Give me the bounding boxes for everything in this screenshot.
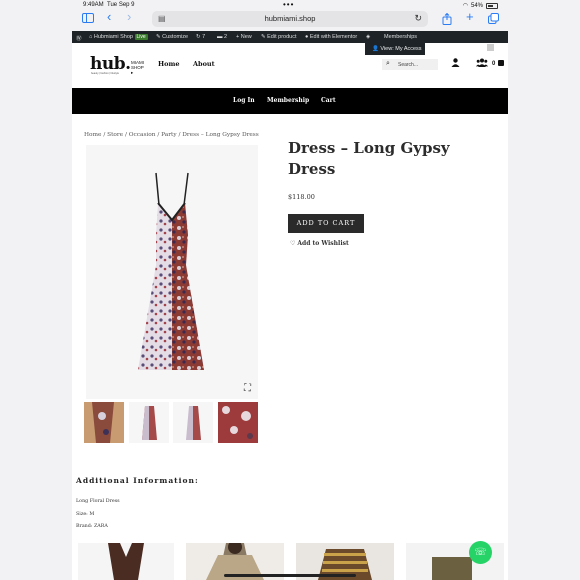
- status-time: 9:49AM Tue Sep 9: [83, 2, 135, 8]
- product-image[interactable]: [86, 145, 258, 399]
- related-product-1[interactable]: [78, 543, 174, 580]
- admin-customize-link[interactable]: ✎ Customize: [156, 34, 188, 40]
- admin-memberships-link[interactable]: Memberships: [384, 34, 417, 40]
- additional-info-line: Long Floral Dress: [76, 499, 120, 504]
- browser-toolbar: ‹ › ▤ hubmiami.shop ↻ +: [72, 10, 508, 30]
- battery-icon: [486, 2, 498, 9]
- thumbnail-4[interactable]: [218, 402, 258, 443]
- nav-about[interactable]: About: [193, 60, 215, 68]
- additional-info-heading: Additional Information:: [76, 476, 199, 485]
- product-price: $118.00: [288, 193, 315, 201]
- web-page: Ⓦ ⌂ Hubmiami Shop Live ✎ Customize ↻ 7 ▬…: [72, 31, 508, 580]
- chevron-left-icon[interactable]: ‹: [107, 10, 111, 23]
- search-input[interactable]: ⌕ Search...: [382, 59, 438, 70]
- whatsapp-icon[interactable]: ☏: [469, 541, 492, 564]
- status-indicators: ◠ 54%: [463, 2, 498, 9]
- logo-tagline: beauty | fashion | lifestyle: [91, 72, 119, 75]
- admin-new-link[interactable]: + New: [236, 34, 252, 40]
- add-to-wishlist-link[interactable]: ♡ Add to Wishlist: [290, 240, 349, 247]
- plus-icon[interactable]: +: [466, 10, 474, 23]
- logo-miami: MIAMI SHOP ▸: [131, 60, 144, 75]
- cart-icon[interactable]: [498, 60, 504, 66]
- view-access-dropdown[interactable]: 👤 View: My Access: [365, 43, 425, 55]
- menu-login[interactable]: Log In: [233, 97, 255, 104]
- logo-hub: hub.: [90, 54, 131, 74]
- dress-image: [138, 172, 204, 370]
- menu-cart[interactable]: Cart: [321, 97, 336, 104]
- multitask-dots[interactable]: •••: [283, 0, 294, 9]
- main-menu-bar: Log In Membership Cart: [72, 88, 508, 114]
- nav-home[interactable]: Home: [158, 60, 180, 68]
- avatar[interactable]: [487, 44, 494, 51]
- search-icon: ⌕: [386, 60, 390, 67]
- url-text: hubmiami.shop: [264, 14, 316, 23]
- admin-comments-link[interactable]: ▬ 2: [217, 34, 227, 40]
- additional-info-line: Size: M: [76, 512, 95, 517]
- admin-site-link[interactable]: ⌂ Hubmiami Shop Live: [89, 34, 148, 40]
- product-title: Dress – Long Gypsy Dress: [288, 139, 450, 178]
- admin-edit-product-link[interactable]: ✎ Edit product: [261, 34, 297, 40]
- thumbnail-3[interactable]: [173, 402, 213, 443]
- reload-icon[interactable]: ↻: [414, 13, 422, 24]
- live-badge: Live: [134, 34, 148, 40]
- thumbnail-1[interactable]: [84, 402, 124, 443]
- wifi-icon: ◠: [462, 3, 468, 9]
- wordpress-icon[interactable]: Ⓦ: [76, 34, 82, 42]
- admin-updates-link[interactable]: ↻ 7: [196, 34, 205, 40]
- user-icon[interactable]: [451, 58, 460, 69]
- sidebar-icon[interactable]: [82, 13, 94, 26]
- menu-membership[interactable]: Membership: [267, 97, 309, 104]
- user-icon: 👤: [372, 46, 379, 52]
- expand-icon[interactable]: ⛶: [244, 383, 251, 394]
- share-icon[interactable]: [442, 12, 452, 28]
- admin-bar: Ⓦ ⌂ Hubmiami Shop Live ✎ Customize ↻ 7 ▬…: [72, 31, 508, 43]
- search-placeholder: Search...: [398, 61, 419, 68]
- add-to-cart-button[interactable]: ADD TO CART: [288, 214, 364, 233]
- site-logo[interactable]: hub. MIAMI SHOP ▸ beauty | fashion | life…: [90, 54, 146, 76]
- tabs-icon[interactable]: [488, 13, 499, 27]
- admin-diamond-icon[interactable]: ◈: [366, 34, 370, 40]
- address-bar[interactable]: ▤ hubmiami.shop ↻: [152, 11, 428, 27]
- thumbnail-2[interactable]: [129, 402, 169, 443]
- chevron-right-icon[interactable]: ›: [127, 10, 131, 23]
- heart-icon: ♡: [290, 240, 296, 247]
- breadcrumb[interactable]: Home / Store / Occasion / Party / Dress …: [84, 132, 259, 138]
- additional-info-line: Brand: ZARA: [76, 524, 108, 529]
- admin-elementor-link[interactable]: ● Edit with Elementor: [305, 34, 357, 40]
- home-indicator[interactable]: [224, 574, 356, 577]
- group-icon[interactable]: [476, 58, 488, 69]
- cart-count: 0: [492, 61, 496, 67]
- battery-percent: 54%: [470, 2, 483, 9]
